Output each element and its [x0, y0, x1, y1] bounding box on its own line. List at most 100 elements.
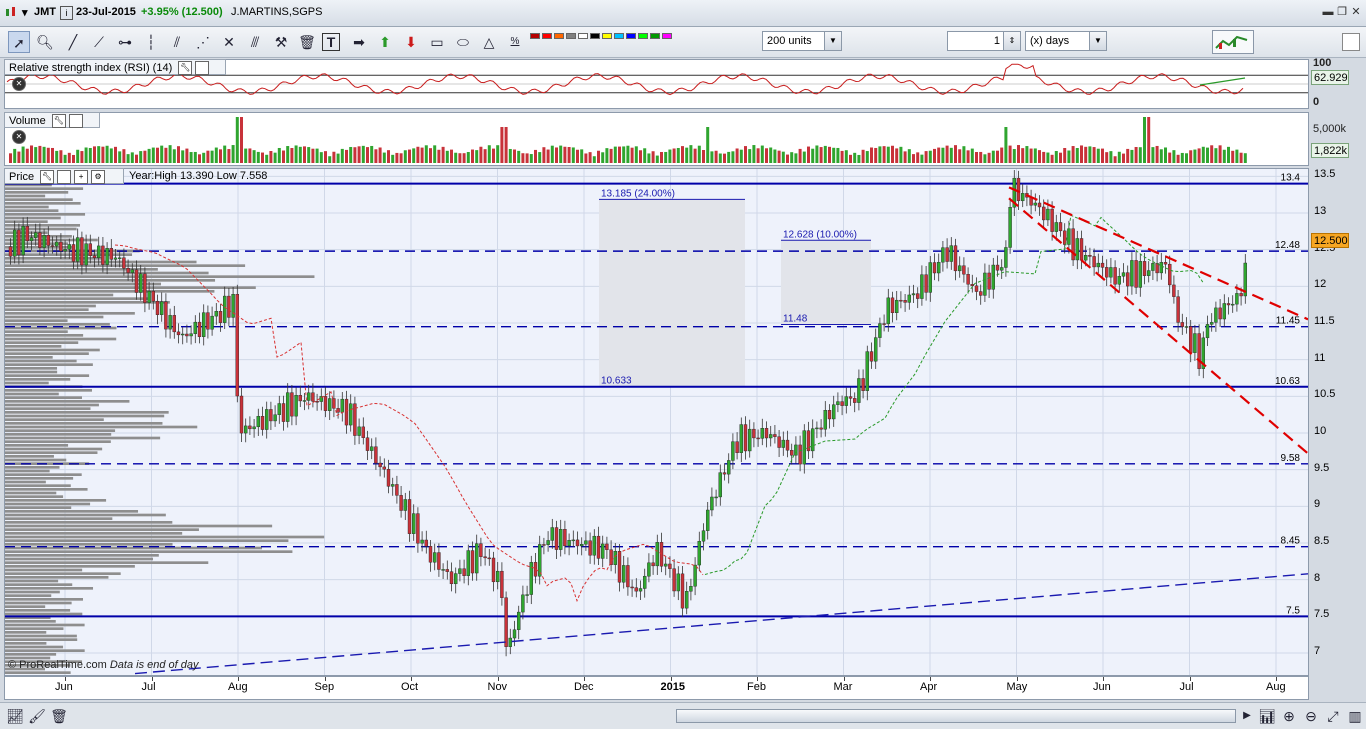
wrench-icon[interactable]: 🔧︎	[51, 114, 66, 129]
volume-profile-bar	[5, 220, 48, 223]
ray-icon[interactable]: ⟋	[88, 31, 110, 53]
volume-bar	[122, 149, 126, 163]
volume-bar	[475, 150, 479, 163]
month-tick	[497, 677, 499, 681]
volume-bar	[38, 145, 42, 163]
volume-profile-bar	[5, 524, 273, 528]
price-plot[interactable]: 13.185 (24.00%) 12.628 (10.00%) 11.48 10.63…	[5, 169, 1308, 675]
line-icon[interactable]: ╱	[62, 31, 84, 53]
zoom-out-icon[interactable]: ⊖	[1300, 705, 1322, 727]
color-swatch[interactable]	[578, 33, 588, 39]
brush-icon[interactable]: 🖌︎	[26, 705, 48, 727]
candle-body	[365, 437, 370, 451]
close-icon[interactable]: ✕	[1348, 5, 1364, 19]
volume-bar	[349, 146, 353, 163]
candle-body	[584, 540, 588, 545]
chart-type-icon[interactable]: 📊︎	[1256, 705, 1278, 727]
scroll-right-icon[interactable]: ▶	[1236, 705, 1258, 727]
color-swatch[interactable]	[590, 33, 600, 39]
arrow-up-icon[interactable]: ⬆	[374, 31, 396, 53]
close-icon[interactable]: ✕	[12, 77, 26, 92]
delete-icon[interactable]: 🗑︎	[48, 705, 70, 727]
arrow-right-icon[interactable]: ➡	[348, 31, 370, 53]
color-swatch[interactable]	[614, 33, 624, 39]
color-swatch[interactable]	[566, 33, 576, 39]
volume-bar	[1214, 148, 1218, 163]
horizontal-line-icon[interactable]: ⊶	[114, 31, 136, 53]
channel-icon[interactable]: ⫽	[166, 31, 188, 53]
vertical-line-icon[interactable]: ┆	[140, 31, 162, 53]
info-icon[interactable]: i	[60, 6, 73, 20]
count-stepper[interactable]: 1 ⇕	[947, 31, 1021, 51]
price-tick-label: 13.5	[1314, 168, 1336, 181]
volume-profile-bar	[5, 341, 79, 344]
text-icon[interactable]: T	[322, 33, 340, 51]
window-icon[interactable]	[57, 170, 72, 185]
color-swatch[interactable]	[602, 33, 612, 39]
volume-bar	[513, 149, 516, 163]
volume-bar	[895, 148, 899, 163]
volume-bar	[160, 145, 164, 163]
wrench-icon[interactable]: 🔧︎	[178, 61, 193, 76]
cursor-icon[interactable]: ➚	[8, 31, 30, 53]
chevron-down-icon[interactable]: ▼	[824, 32, 841, 50]
zoom-icon[interactable]: 🔍︎	[34, 31, 56, 53]
spin-icon[interactable]: ⇕	[1003, 32, 1020, 50]
color-swatch[interactable]	[554, 33, 564, 39]
candle-body	[1125, 272, 1130, 287]
triangle-icon[interactable]: △	[478, 31, 500, 53]
volume-bar	[857, 154, 861, 163]
volume-bar	[983, 154, 987, 163]
favorite-icon[interactable]	[1342, 33, 1360, 51]
tools-icon[interactable]: ⚒	[270, 31, 292, 53]
color-swatch[interactable]	[638, 33, 648, 39]
zoom-in-icon[interactable]: ⊕	[1278, 705, 1300, 727]
color-palette[interactable]	[530, 33, 686, 53]
chart-tool-icon[interactable]: 📈︎	[4, 705, 26, 727]
candle-body	[974, 285, 979, 292]
level-label: 7.5	[1286, 605, 1300, 616]
fan-icon[interactable]: ⋰	[192, 31, 214, 53]
volume-bar	[702, 150, 705, 163]
cross-icon[interactable]: ✕	[218, 31, 240, 53]
color-swatch[interactable]	[542, 33, 552, 39]
volume-bar	[298, 146, 302, 163]
layout-icon[interactable]: ▥	[1344, 705, 1366, 727]
candle-body	[630, 586, 634, 589]
fibonacci-icon[interactable]: %	[504, 31, 526, 53]
color-swatch[interactable]	[626, 33, 636, 39]
scroll-thumb[interactable]	[676, 709, 1236, 723]
period-select[interactable]: (x) days ▼	[1025, 31, 1107, 51]
candle-body	[517, 611, 521, 630]
delete-icon[interactable]: 🗑︎	[296, 31, 318, 53]
month-tick-label: Mar	[833, 681, 853, 693]
ellipse-icon[interactable]: ⬭	[452, 31, 474, 53]
volume-profile-bar	[5, 414, 165, 418]
wrench-icon[interactable]: 🔧︎	[40, 170, 55, 185]
parallel-icon[interactable]: ⫻	[244, 31, 266, 53]
candle-body	[1134, 260, 1138, 288]
window-icon[interactable]	[68, 114, 83, 129]
volume-profile-bar	[5, 605, 46, 608]
chart-style-icon[interactable]	[1212, 30, 1254, 54]
units-select[interactable]: 200 units ▼	[762, 31, 842, 51]
candle-body	[1209, 322, 1214, 325]
color-swatch[interactable]	[530, 33, 540, 39]
add-icon[interactable]: +	[74, 170, 89, 185]
close-icon[interactable]: ✕	[12, 130, 26, 145]
settings-icon[interactable]: ⚙	[91, 170, 106, 185]
rectangle-icon[interactable]: ▭	[426, 31, 448, 53]
zoom-fit-icon[interactable]: ⤢	[1322, 705, 1344, 727]
volume-bar	[198, 154, 201, 163]
chevron-down-icon[interactable]: ▼	[1089, 32, 1106, 50]
month-tick-label: 2015	[660, 681, 685, 693]
volume-bar	[655, 155, 659, 163]
window-icon[interactable]	[195, 61, 210, 76]
symbol-label[interactable]: JMT	[34, 6, 56, 18]
volume-bar	[1143, 117, 1146, 163]
price-tick-label: 7	[1314, 645, 1321, 657]
color-swatch[interactable]	[662, 33, 672, 39]
arrow-down-icon[interactable]: ⬇	[400, 31, 422, 53]
color-swatch[interactable]	[650, 33, 660, 39]
chevron-down-icon[interactable]: ▾	[22, 6, 28, 19]
